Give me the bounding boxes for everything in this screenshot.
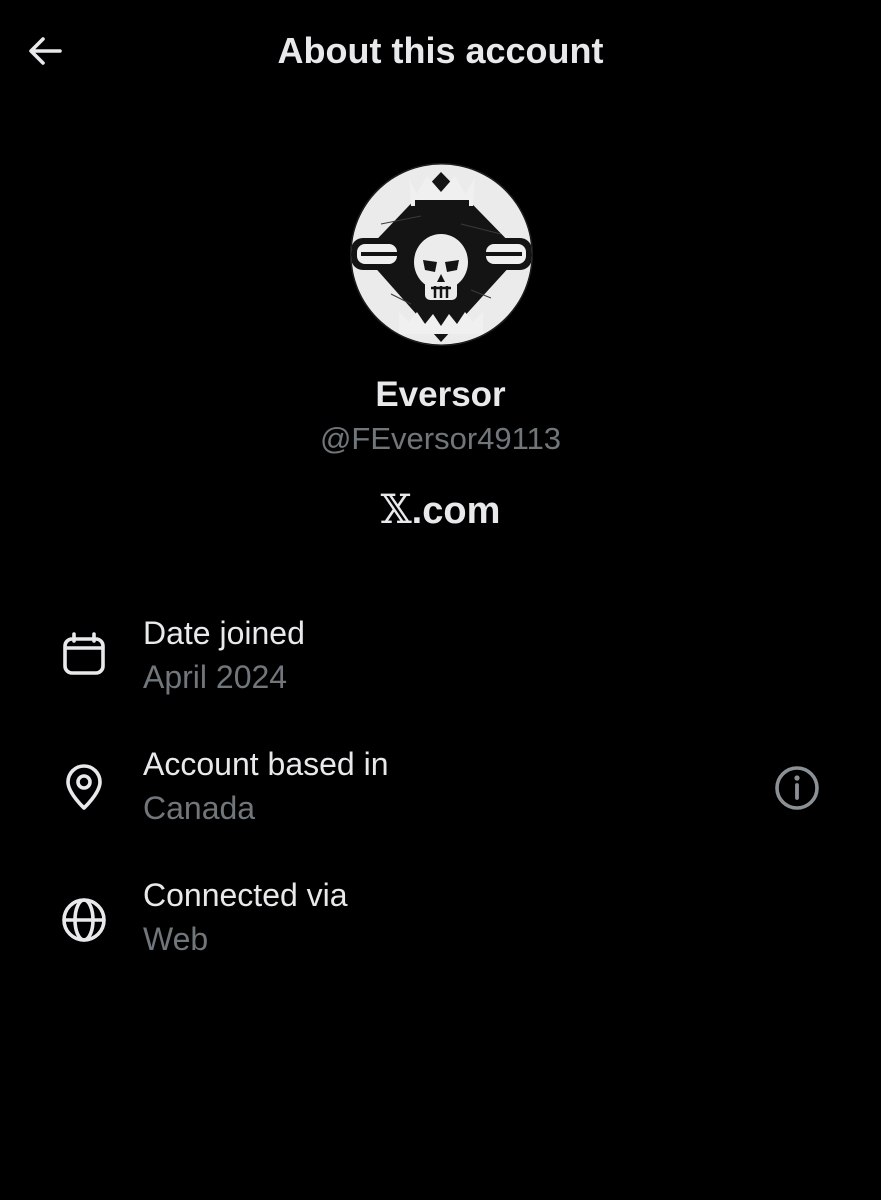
user-handle: @FEversor49113	[319, 421, 562, 456]
info-button[interactable]	[770, 761, 824, 815]
detail-row-connected-via: Connected via Web	[0, 874, 881, 984]
detail-row-account-location: Account based in Canada	[0, 743, 881, 853]
platform-domain: .com	[411, 490, 501, 532]
detail-value: Web	[143, 921, 209, 957]
detail-label: Date joined	[143, 615, 305, 651]
detail-label: Connected via	[143, 877, 348, 913]
detail-value: April 2024	[143, 659, 288, 695]
display-name: Eversor	[375, 375, 506, 414]
info-icon	[775, 766, 819, 810]
skull-logo-avatar	[351, 164, 532, 345]
globe-icon	[58, 894, 110, 946]
header-bar: About this account	[0, 0, 881, 100]
x-logo-icon: 𝕏	[380, 487, 412, 533]
avatar[interactable]	[350, 163, 533, 346]
platform-label: 𝕏.com	[0, 486, 881, 535]
page-title: About this account	[277, 30, 604, 71]
location-pin-icon	[58, 761, 110, 813]
detail-value: Canada	[143, 790, 256, 826]
detail-row-date-joined: Date joined April 2024	[0, 612, 881, 722]
calendar-icon	[58, 628, 110, 680]
detail-label: Account based in	[143, 746, 389, 782]
